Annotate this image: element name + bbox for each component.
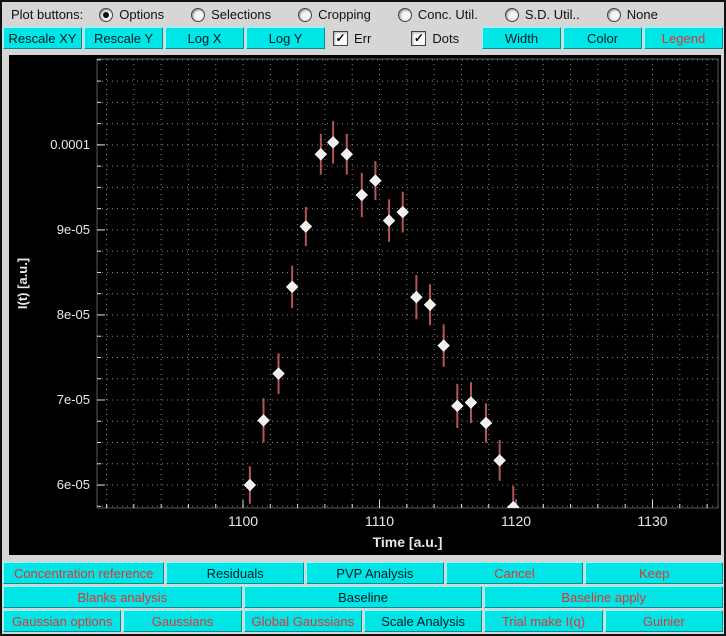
pvp-analysis-button[interactable]: PVP Analysis [306, 562, 444, 584]
width-button[interactable]: Width [482, 27, 561, 49]
radio-indicator-icon [606, 7, 621, 22]
svg-text:I(t) [a.u.]: I(t) [a.u.] [15, 258, 30, 309]
radio-label: S.D. Util.. [524, 7, 580, 22]
svg-text:1130: 1130 [637, 513, 667, 529]
radio-label: Cropping [318, 7, 371, 22]
trial-make-i-q-button[interactable]: Trial make I(q) [484, 610, 603, 632]
svg-text:0.0001: 0.0001 [50, 137, 90, 152]
svg-text:Time [a.u.]: Time [a.u.] [373, 534, 443, 550]
dots-checkbox[interactable]: ✓ Dots [411, 30, 460, 46]
toolbar-checkbox-zone: ✓ Err ✓ Dots [327, 27, 480, 49]
plot-buttons-label: Plot buttons: [11, 7, 84, 22]
err-checkbox[interactable]: ✓ Err [333, 30, 372, 46]
svg-text:1110: 1110 [365, 513, 394, 529]
global-gaussians-button[interactable]: Global Gaussians [243, 610, 362, 632]
log-x-button[interactable]: Log X [165, 27, 244, 49]
radio-options[interactable]: Options [99, 7, 164, 22]
plot-buttons-bar: Plot buttons: Options Selections Cropping C… [2, 2, 724, 27]
gaussian-options-button[interactable]: Gaussian options [3, 610, 122, 632]
gaussians-button[interactable]: Gaussians [123, 610, 242, 632]
svg-text:7e-05: 7e-05 [57, 392, 90, 407]
radio-s-d-util[interactable]: S.D. Util.. [504, 7, 580, 22]
radio-conc-util[interactable]: Conc. Util. [397, 7, 478, 22]
radio-indicator-icon [397, 7, 412, 22]
radio-selections[interactable]: Selections [191, 7, 271, 22]
rescale-y-button[interactable]: Rescale Y [84, 27, 163, 49]
plot-mode-radio-group: Options Selections Cropping Conc. Util. S.D.… [99, 7, 685, 22]
svg-text:8e-05: 8e-05 [57, 307, 90, 322]
baseline-apply-button[interactable]: Baseline apply [484, 586, 724, 608]
baseline-button[interactable]: Baseline [243, 586, 483, 608]
plot-panel: 1100 1110 1120 1130 6e-05 7e-05 8e-05 9e-05 0.00… [2, 49, 724, 560]
radio-cropping[interactable]: Cropping [298, 7, 371, 22]
blanks-analysis-button[interactable]: Blanks analysis [3, 586, 242, 608]
radio-label: Selections [211, 7, 272, 22]
checkbox-check-icon: ✓ [333, 30, 348, 46]
color-button[interactable]: Color [563, 27, 642, 49]
saxs-plot-window: Plot buttons: Options Selections Cropping C… [0, 0, 726, 636]
radio-indicator-icon [191, 7, 206, 22]
plot-toolbar: Rescale XY Rescale Y Log X Log Y ✓ Err ✓ Dots Wi… [2, 27, 724, 49]
checkbox-check-icon: ✓ [411, 30, 427, 46]
radio-indicator-icon [99, 7, 114, 22]
svg-text:1100: 1100 [228, 513, 258, 529]
radio-label: Conc. Util. [417, 7, 478, 22]
keep-button[interactable]: Keep [585, 562, 723, 584]
checkbox-label: Err [354, 30, 372, 46]
svg-text:9e-05: 9e-05 [57, 222, 90, 237]
svg-text:1120: 1120 [501, 513, 531, 529]
concentration-reference-button[interactable]: Concentration reference [3, 562, 165, 584]
svg-text:6e-05: 6e-05 [57, 477, 90, 492]
legend-button[interactable]: Legend [644, 27, 723, 49]
radio-none[interactable]: None [606, 7, 658, 22]
radio-indicator-icon [504, 7, 519, 22]
bottom-button-row-2: Blanks analysis Baseline Baseline apply [2, 586, 724, 608]
bottom-button-row-1: Concentration reference Residuals PVP Anal… [2, 562, 724, 584]
log-y-button[interactable]: Log Y [246, 27, 325, 49]
radio-label: None [626, 7, 658, 22]
rescale-xy-button[interactable]: Rescale XY [3, 27, 82, 49]
radio-label: Options [119, 7, 165, 22]
checkbox-label: Dots [432, 30, 460, 46]
cancel-button[interactable]: Cancel [445, 562, 584, 584]
plot-area[interactable]: 1100 1110 1120 1130 6e-05 7e-05 8e-05 9e-05 0.00… [9, 55, 721, 555]
scale-analysis-button[interactable]: Scale Analysis [363, 610, 483, 632]
bottom-button-row-3: Gaussian options Gaussians Global Gaussian… [2, 610, 724, 632]
plot-canvas[interactable]: 1100 1110 1120 1130 6e-05 7e-05 8e-05 9e-05 0.00… [9, 55, 721, 555]
guinier-button[interactable]: Guinier [604, 610, 723, 632]
residuals-button[interactable]: Residuals [166, 562, 305, 584]
radio-indicator-icon [298, 7, 313, 22]
